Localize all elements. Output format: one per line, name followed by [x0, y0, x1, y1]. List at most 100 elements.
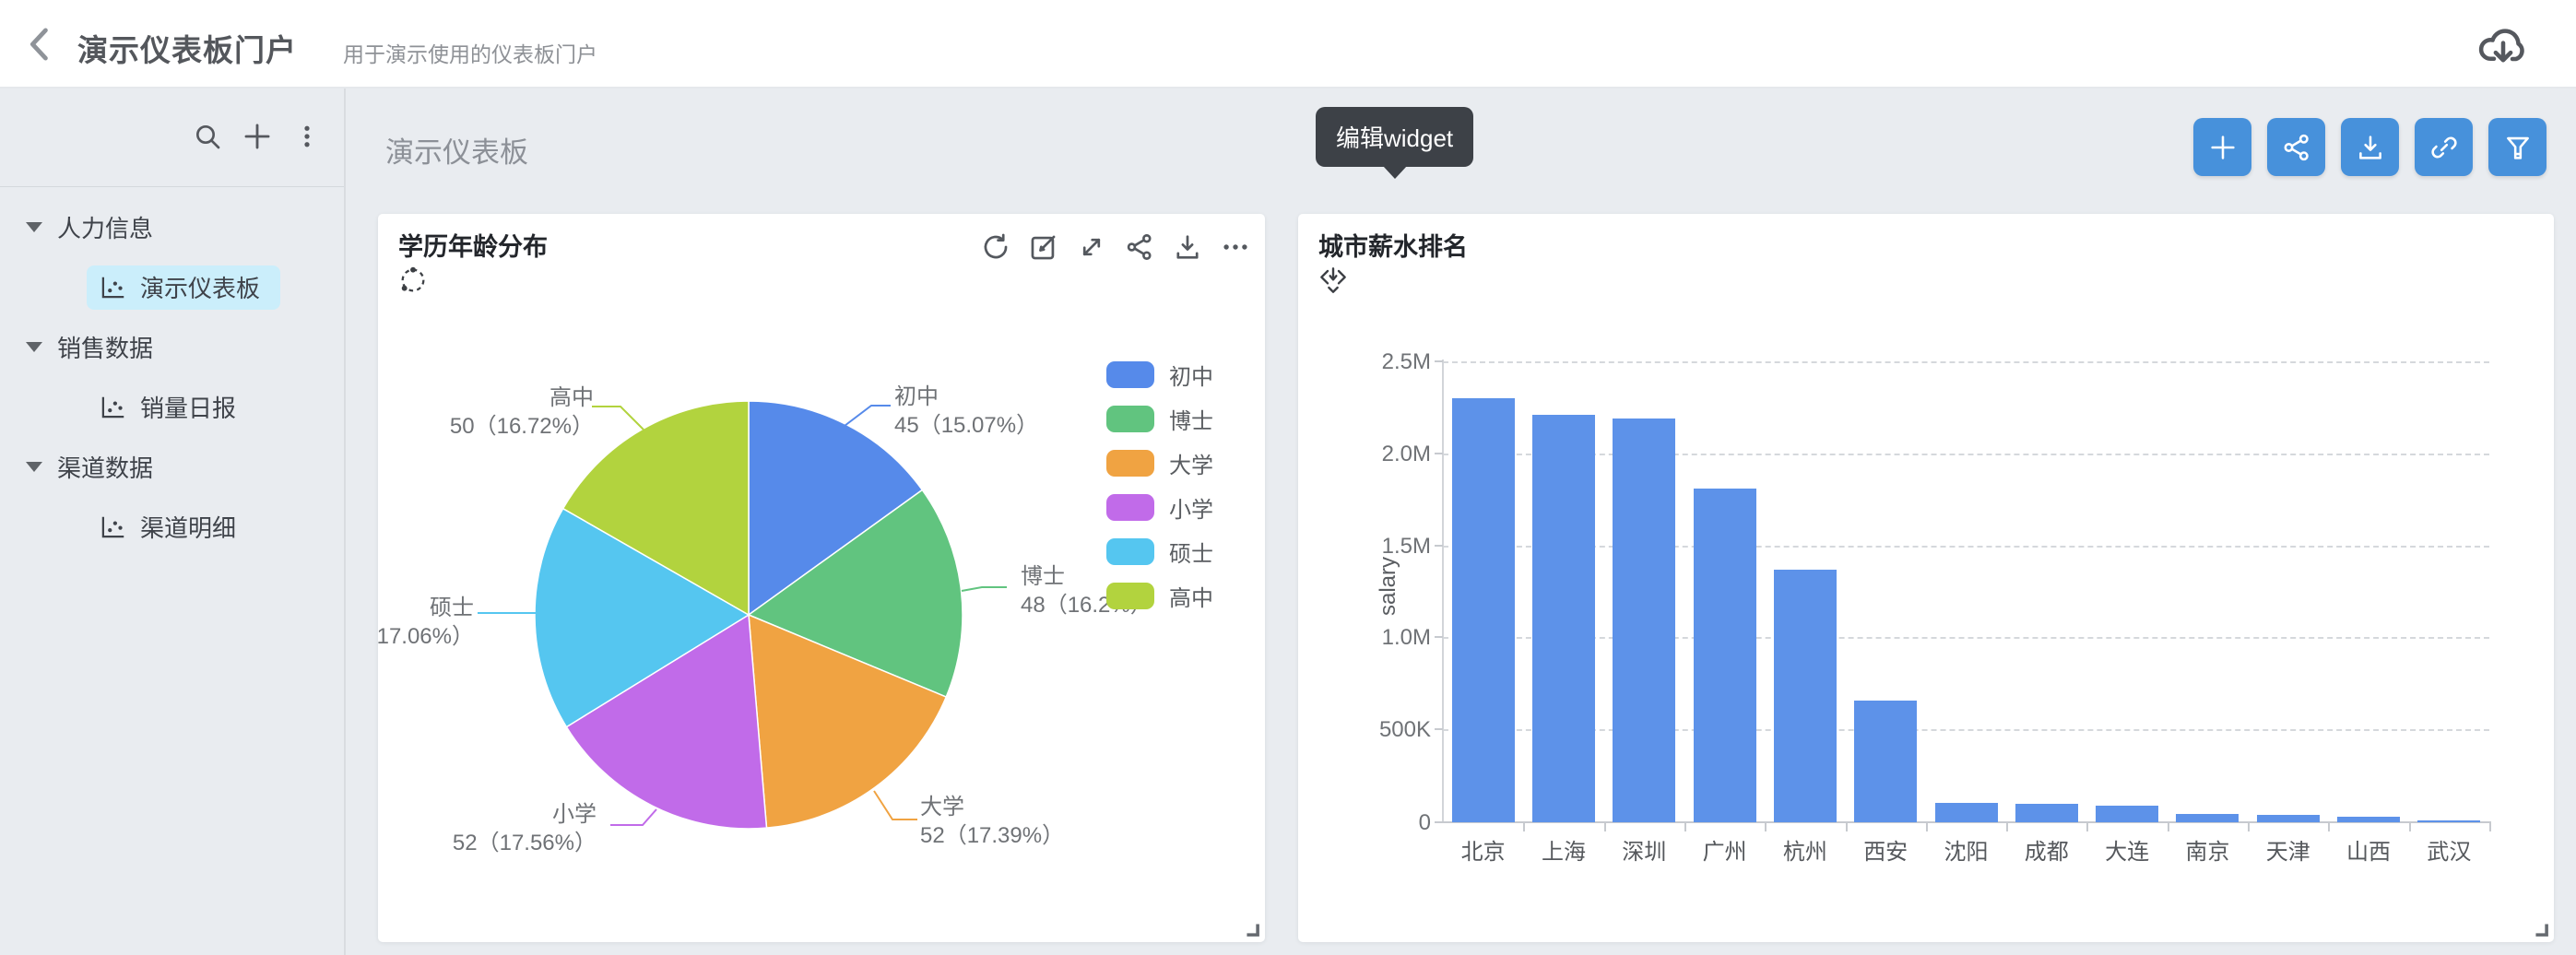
pie-label-leader [874, 791, 917, 819]
y-tick [1435, 453, 1443, 454]
chart-icon [100, 274, 127, 301]
bar-沈阳[interactable] [1935, 803, 1998, 822]
x-category-label: 大连 [2081, 833, 2173, 866]
back-button[interactable] [17, 20, 65, 68]
bar-天津[interactable] [2257, 815, 2320, 822]
widget-resize-handle[interactable] [2532, 920, 2550, 938]
pie-label-leader [592, 407, 644, 430]
y-axis-line [1442, 360, 1444, 823]
back-chevron-icon [17, 20, 65, 68]
y-tick [1435, 728, 1443, 730]
cloud-download-button[interactable] [2475, 18, 2532, 72]
item-label: 演示仪表板 [140, 270, 260, 304]
pie-label-leader [962, 587, 1007, 591]
gridline [1443, 546, 2489, 548]
legend-swatch [1106, 450, 1154, 477]
y-tick-label: 1.5M [1302, 534, 1431, 560]
y-tick [1435, 545, 1443, 547]
search-icon[interactable] [191, 120, 224, 153]
app: 演示仪表板门户 用于演示使用的仪表板门户 [0, 0, 2576, 955]
y-tick [1435, 360, 1443, 362]
bar-成都[interactable] [2015, 804, 2078, 822]
bar-北京[interactable] [1452, 398, 1515, 822]
widget-resize-handle[interactable] [1243, 920, 1261, 938]
link-icon [2428, 132, 2460, 163]
share-icon [2281, 132, 2312, 163]
group-label: 渠道数据 [57, 450, 153, 484]
pie-label-chuzhong: 初中45（15.07%） [894, 383, 1038, 440]
bar-山西[interactable] [2337, 817, 2400, 822]
x-tick [2006, 823, 2008, 831]
caret-down-icon [26, 222, 42, 232]
bar-武汉[interactable] [2417, 820, 2480, 822]
link-button[interactable] [2415, 118, 2473, 176]
legend-swatch [1106, 361, 1154, 388]
plus-icon [2207, 132, 2239, 163]
legend-item[interactable]: 初中 [1106, 352, 1213, 396]
caret-down-icon [26, 462, 42, 472]
bar-深圳[interactable] [1613, 419, 1675, 822]
legend-item[interactable]: 高中 [1106, 573, 1213, 618]
item-label: 销量日报 [140, 390, 236, 424]
pie-label-xiaoxue: 小学52（17.56%） [378, 800, 597, 857]
page-title: 演示仪表板门户 [77, 26, 297, 70]
y-tick [1435, 821, 1443, 823]
sidebar-divider [0, 186, 344, 187]
x-category-label: 深圳 [1598, 833, 1690, 866]
add-widget-button[interactable] [2193, 118, 2251, 176]
item-label: 渠道明细 [140, 510, 236, 544]
x-tick [1684, 823, 1686, 831]
bar-chart: salary 2.5M 2.0M 1.5M 1.0M 500K 0 [1298, 214, 2554, 942]
pie-label-shuoshi: 硕士51（17.06%） [378, 594, 474, 651]
y-tick-label: 2.5M [1302, 349, 1431, 375]
sidebar-group-channel[interactable]: 渠道数据 [0, 437, 344, 497]
x-tick [1846, 823, 1848, 831]
download-icon [2355, 132, 2386, 163]
sidebar-group-hr[interactable]: 人力信息 [0, 197, 344, 257]
x-category-label: 广州 [1679, 833, 1771, 866]
legend-item[interactable]: 大学 [1106, 441, 1213, 485]
legend-item[interactable]: 硕士 [1106, 529, 1213, 573]
y-tick-label: 1.0M [1302, 625, 1431, 651]
bar-广州[interactable] [1694, 489, 1756, 822]
sidebar-group-sales[interactable]: 销售数据 [0, 317, 344, 377]
bar-上海[interactable] [1532, 415, 1595, 822]
bar-大连[interactable] [2096, 806, 2158, 822]
chart-icon [100, 394, 127, 421]
x-tick [2086, 823, 2088, 831]
y-tick-label: 2.0M [1302, 442, 1431, 467]
y-tick [1435, 636, 1443, 638]
dashboard-actions [2193, 118, 2546, 176]
sidebar-item-channel-detail[interactable]: 渠道明细 [0, 497, 344, 557]
sidebar-item-demo-dashboard[interactable]: 演示仪表板 [0, 257, 344, 317]
bar-西安[interactable] [1854, 701, 1917, 822]
x-category-label: 山西 [2322, 833, 2415, 866]
gridline [1443, 637, 2489, 639]
legend-item[interactable]: 博士 [1106, 396, 1213, 441]
group-label: 人力信息 [57, 210, 153, 244]
legend-swatch [1106, 494, 1154, 521]
x-tick [1926, 823, 1928, 831]
x-tick [1604, 823, 1606, 831]
more-vertical-icon[interactable] [290, 120, 324, 153]
x-category-label: 杭州 [1759, 833, 1851, 866]
x-category-label: 成都 [2001, 833, 2093, 866]
pie-label-gaozhong: 高中50（16.72%） [378, 383, 594, 441]
funnel-icon [2502, 132, 2534, 163]
share-button[interactable] [2267, 118, 2325, 176]
gridline [1443, 729, 2489, 731]
pie-legend: 初中 博士 大学 小学 硕士 高中 [1106, 352, 1213, 618]
dashboard-title: 演示仪表板 [385, 129, 528, 171]
gridline [1443, 454, 2489, 455]
bar-杭州[interactable] [1774, 570, 1837, 822]
gridline [1443, 361, 2489, 363]
filter-button[interactable] [2488, 118, 2546, 176]
x-tick [2248, 823, 2250, 831]
legend-swatch [1106, 538, 1154, 565]
caret-down-icon [26, 342, 42, 352]
bar-南京[interactable] [2176, 814, 2239, 822]
export-button[interactable] [2341, 118, 2399, 176]
plus-icon[interactable] [241, 120, 274, 153]
sidebar-item-sales-daily[interactable]: 销量日报 [0, 377, 344, 437]
legend-item[interactable]: 小学 [1106, 485, 1213, 529]
